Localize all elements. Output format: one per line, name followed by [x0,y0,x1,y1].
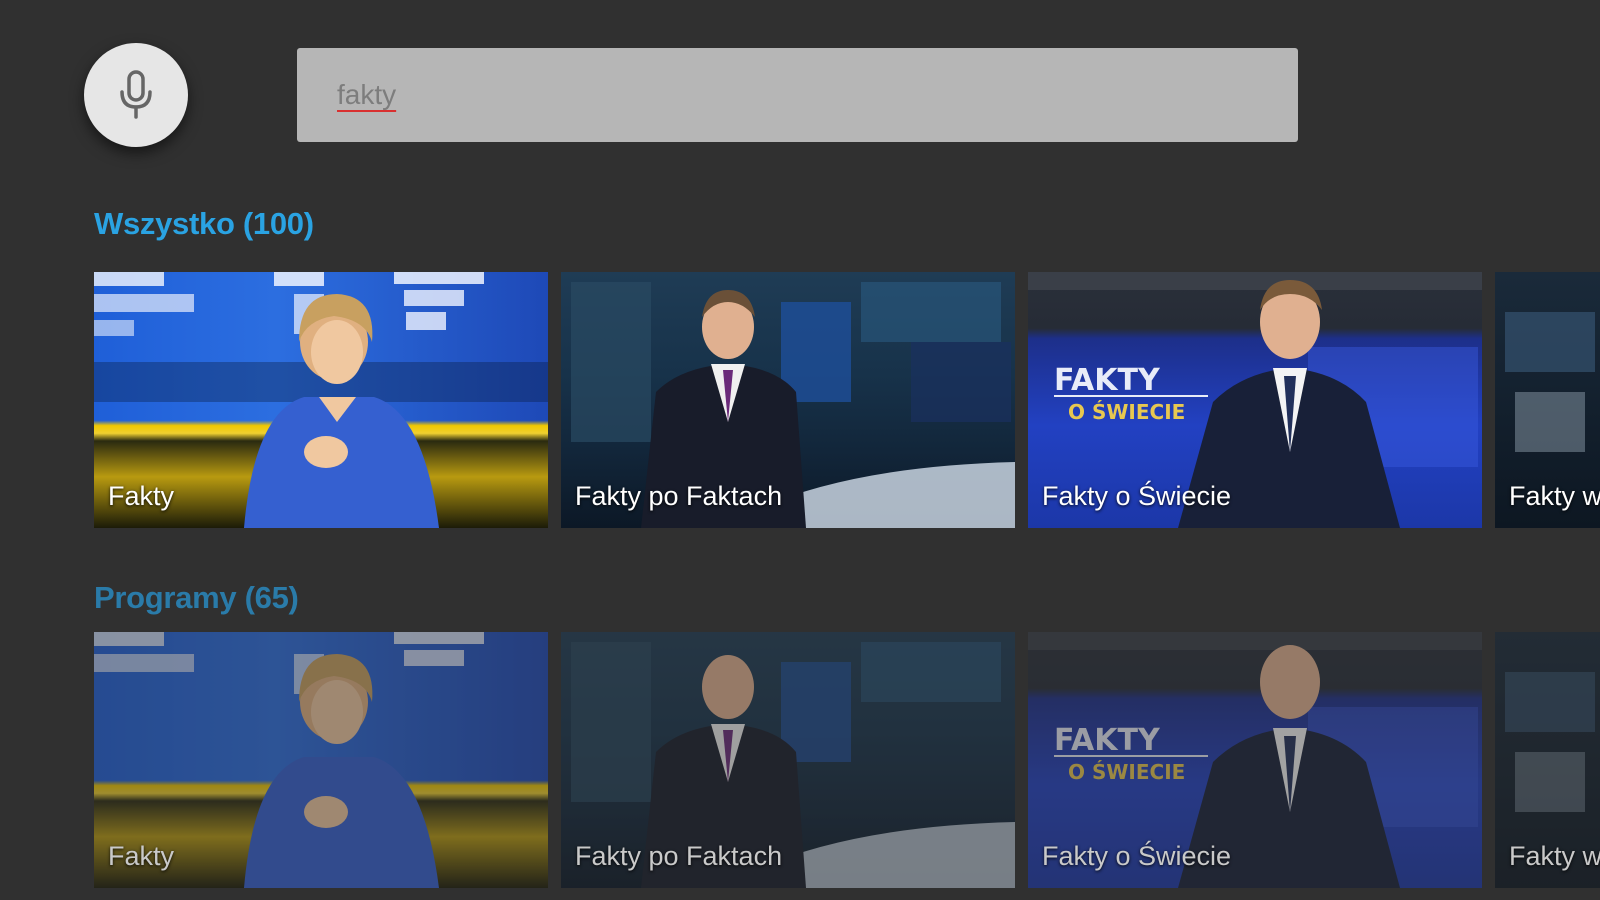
results-row-programs: Fakty Fakty po Faktach FAKTY O ŚWIECIE F… [94,632,1600,888]
result-card[interactable]: FAKTY O ŚWIECIE Fakty o Świecie [1028,632,1482,888]
result-card[interactable]: Fakty w... [1495,272,1600,528]
card-title: Fakty po Faktach [575,841,783,871]
search-screen: fakty Wszystko (100) Fakty Fakty po Fakt… [0,0,1600,900]
search-query-text: fakty [337,79,397,110]
row-title-all: Wszystko (100) [94,206,314,241]
result-card[interactable]: Fakty [94,632,548,888]
results-row-all: Fakty Fakty po Faktach FAKTY O ŚWIECIE F… [94,272,1600,528]
result-card[interactable]: Fakty w... [1495,632,1600,888]
card-title: Fakty [108,841,175,871]
card-title: Fakty po Faktach [575,481,783,511]
card-title: Fakty o Świecie [1042,841,1232,871]
result-card[interactable]: Fakty po Faktach [561,632,1015,888]
fakty-logo-sub: O ŚWIECIE [1068,400,1185,424]
result-card[interactable]: Fakty [94,272,548,528]
row-title-programs: Programy (65) [94,580,299,615]
voice-search-button[interactable] [84,43,188,147]
search-input[interactable]: fakty [297,48,1298,142]
card-title: Fakty w... [1509,481,1600,511]
result-card[interactable]: Fakty po Faktach [561,272,1015,528]
card-title: Fakty [108,481,175,511]
card-title: Fakty o Świecie [1042,481,1232,511]
result-card[interactable]: FAKTY O ŚWIECIE Fakty o Świecie [1028,272,1482,528]
fakty-logo-text: FAKTY [1054,363,1161,398]
card-title: Fakty w... [1509,841,1600,871]
microphone-icon [116,69,156,121]
